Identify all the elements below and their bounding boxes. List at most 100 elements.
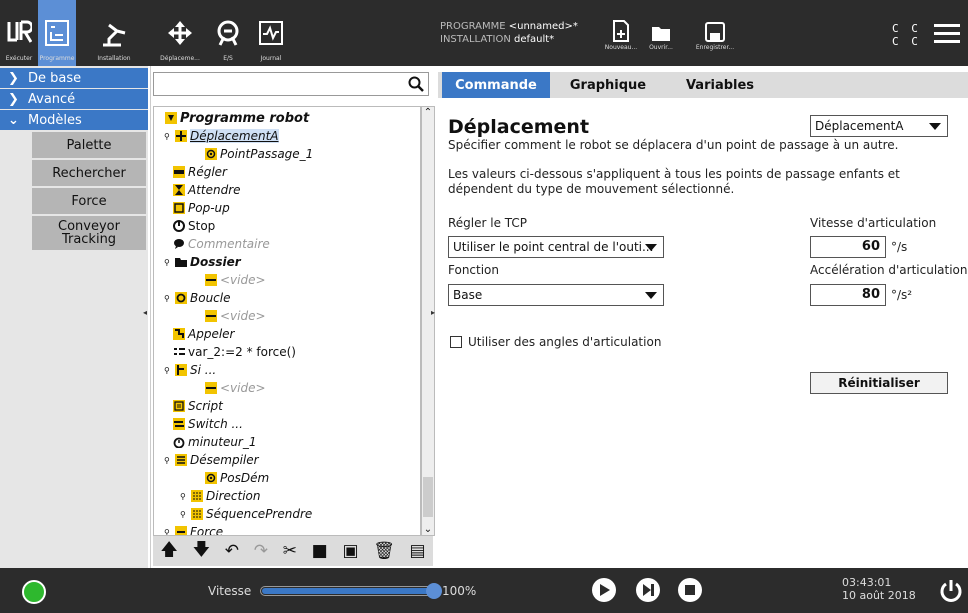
template-force[interactable]: Force [32,188,146,214]
tree-node[interactable]: ⚲ Dossier [164,253,241,271]
power-status-icon[interactable] [22,580,46,604]
tab-graphics[interactable]: Graphique [554,72,662,98]
template-search[interactable]: Rechercher [32,160,146,186]
program-tree-icon [40,16,74,50]
nav-io[interactable]: E/S [208,0,248,66]
tree-node[interactable]: minuteur_1 [172,433,257,451]
joint-accel-input[interactable]: 80 [810,284,886,306]
step-button[interactable] [636,578,660,602]
node-title: Déplacement [448,116,590,138]
tree-node[interactable]: <vide> [204,271,266,289]
power-off-icon[interactable] [938,578,964,607]
tree-node[interactable]: Switch ... [172,415,243,433]
tree-node[interactable]: <vide> [204,379,266,397]
timer-icon [172,436,185,449]
nav-installation[interactable]: Installation [76,0,152,66]
function-dropdown[interactable]: Base [448,284,664,306]
save-icon [690,18,740,42]
tree-node[interactable]: PointPassage_1 [204,145,313,163]
tree-node[interactable]: ⚲ Désempiler [164,451,259,469]
tcp-value: Utiliser le point central de l'outi... [453,240,654,254]
undo-icon[interactable]: ↶ [225,541,239,561]
expander-icon[interactable]: ⚲ [164,258,174,267]
node-editor: Commande Graphique Variables Déplacement… [438,66,968,568]
tree-node-label: Boucle [190,291,231,305]
template-palette[interactable]: Palette [32,132,146,158]
expander-icon[interactable]: ⚲ [164,528,174,536]
tab-variables[interactable]: Variables [666,72,774,98]
tree-node[interactable]: Programme robot [164,109,309,127]
tree-node-label: SéquencePrendre [206,507,313,521]
cut-icon[interactable]: ✂ [283,541,297,561]
ur-logo-icon [2,16,36,50]
io-icon [211,16,245,50]
joint-angles-checkbox[interactable] [450,336,462,348]
tree-node[interactable]: Appeler [172,325,234,343]
play-button[interactable] [592,578,616,602]
expander-icon[interactable]: ⚲ [164,294,174,303]
delete-icon[interactable]: 🗑 [373,541,395,561]
tree-search-input[interactable] [153,72,429,96]
save-button[interactable]: Enregistrer... [690,18,740,51]
tree-node[interactable]: Script [172,397,223,415]
tree-node[interactable]: ⚲ Force [164,523,224,536]
scroll-up-icon[interactable]: ⌃ [422,107,434,118]
speed-slider-handle[interactable] [426,583,442,599]
tree-node[interactable]: Commentaire [172,235,270,253]
paste-icon[interactable]: ▣ [342,541,358,561]
tree-node-label: Commentaire [188,237,270,251]
suppress-icon[interactable]: ▤ [410,541,426,561]
expander-icon[interactable]: ⚲ [164,132,174,141]
tree-node-label: Direction [206,489,261,503]
move-type-dropdown[interactable]: DéplacementA [810,115,948,137]
nav-program[interactable]: Programme [38,0,76,66]
program-node-sidebar: ❯ De base ❯ Avancé ⌄ Modèles Palette Rec… [0,66,148,568]
open-button[interactable]: Ouvrir... [636,18,686,51]
tree-node[interactable]: ⚲ Direction [180,487,260,505]
scroll-down-icon[interactable]: ⌄ [422,524,434,535]
template-conveyor-tracking[interactable]: Conveyor Tracking [32,216,146,250]
move-down-icon[interactable]: 🡇 [193,537,210,566]
copy-icon[interactable]: ■ [312,541,328,561]
expander-icon[interactable]: ⚲ [164,366,174,375]
expander-icon[interactable]: ⚲ [180,492,190,501]
redo-icon[interactable]: ↷ [254,541,268,561]
empty-icon [204,274,217,287]
tcp-dropdown[interactable]: Utiliser le point central de l'outi... [448,236,664,258]
tree-node-label: var_2:=2 * force() [188,345,296,359]
installation-name: default* [513,34,555,45]
expander-icon[interactable]: ⚲ [164,456,174,465]
nav-log[interactable]: Journal [248,0,294,66]
program-tree[interactable]: Programme robot ⚲ DéplacementA PointPassage… [153,106,421,536]
section-templates[interactable]: ⌄ Modèles [0,110,148,130]
section-advanced[interactable]: ❯ Avancé [0,89,148,109]
scroll-thumb[interactable] [423,477,433,517]
nav-run[interactable]: Exécuter [0,0,38,66]
reset-button[interactable]: Réinitialiser [810,372,948,394]
tree-node[interactable]: ⚲ SéquencePrendre [180,505,312,523]
tree-node[interactable]: var_2:=2 * force() [172,343,296,361]
joint-speed-input[interactable]: 60 [810,236,886,258]
time: 03:43:01 [842,576,892,589]
tree-node[interactable]: Attendre [172,181,241,199]
tree-node-label: DéplacementA [190,129,279,143]
tree-node-label: Force [190,525,224,536]
tree-node[interactable]: PosDém [204,469,269,487]
joint-speed-unit: °/s [891,240,908,254]
tree-node[interactable]: ⚲ Si ... [164,361,216,379]
tree-node[interactable]: Stop [172,217,215,235]
tree-node[interactable]: ⚲ Boucle [164,289,231,307]
chevron-right-icon: ❯ [8,91,19,107]
tree-node[interactable]: ⚲ DéplacementA [164,127,279,145]
hamburger-menu-icon[interactable] [934,24,960,44]
nav-move[interactable]: Déplaceme... [152,0,208,66]
tree-node[interactable]: Pop-up [172,199,230,217]
joint-accel-label: Accélération d'articulation [810,263,968,277]
section-basic[interactable]: ❯ De base [0,68,148,88]
move-up-icon[interactable]: 🡅 [160,537,177,566]
stop-button[interactable] [678,578,702,602]
tree-node[interactable]: <vide> [204,307,266,325]
tab-command[interactable]: Commande [442,72,550,98]
expander-icon[interactable]: ⚲ [180,510,190,519]
tree-node[interactable]: Régler [172,163,227,181]
